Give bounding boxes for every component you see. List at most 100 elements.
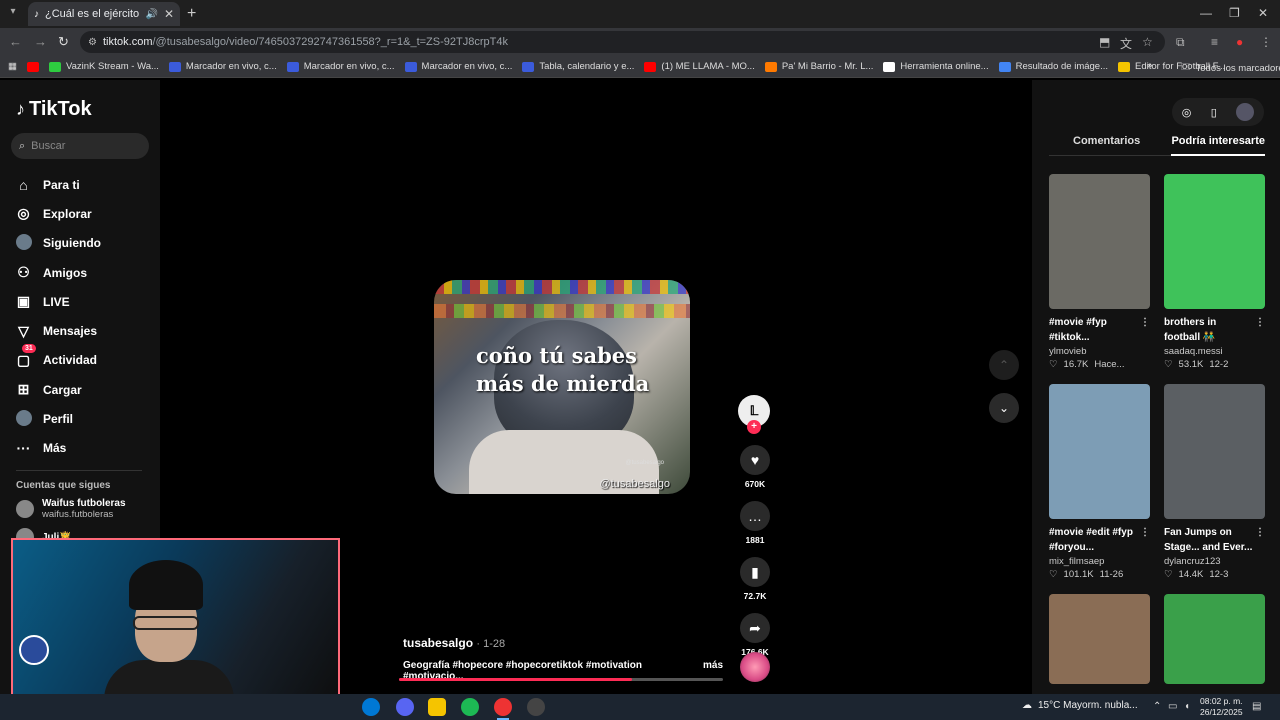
share-action[interactable]: ➦ 176.6K — [738, 613, 772, 657]
phone-icon[interactable]: ▯ — [1211, 106, 1217, 119]
share-icon[interactable]: ➦ — [740, 613, 770, 643]
tray-chevron-icon[interactable]: ⌃ — [1153, 701, 1161, 712]
bookmark-item[interactable]: Resultado de imáge... — [994, 61, 1113, 72]
sidebar-item-perfil[interactable]: Perfil — [16, 404, 101, 433]
sidebar-item-explorar[interactable]: ◎ Explorar — [16, 199, 101, 228]
tab-comments[interactable]: Comentarios — [1049, 135, 1140, 147]
bookmark-item[interactable]: Marcador en vivo, c... — [164, 61, 282, 72]
search-input[interactable]: ⌕ Buscar — [11, 133, 149, 159]
sidebar-item-cargar[interactable]: ⊞ Cargar — [16, 375, 101, 404]
extensions-icon[interactable]: ⧉ — [1176, 35, 1185, 50]
obs-icon[interactable] — [527, 698, 545, 716]
like-action[interactable]: ♥ 670K — [738, 445, 772, 489]
spotify-icon[interactable] — [461, 698, 479, 716]
save-action[interactable]: ▮ 72.7K — [738, 557, 772, 601]
close-tab-icon[interactable]: ✕ — [164, 7, 174, 21]
reload-icon[interactable]: ↻ — [58, 34, 69, 50]
video-thumbnail[interactable] — [1164, 384, 1265, 519]
follow-plus-icon[interactable]: + — [747, 420, 761, 434]
folder-icon[interactable] — [428, 698, 446, 716]
sidebar-item-siguiendo[interactable]: Siguiendo — [16, 229, 101, 258]
discord-icon[interactable] — [396, 698, 414, 716]
new-tab-button[interactable]: + — [187, 5, 196, 23]
restore-icon[interactable]: ❐ — [1229, 6, 1240, 20]
compass-icon[interactable]: ◎ — [1182, 106, 1192, 119]
more-options-icon[interactable]: ⋮ — [1255, 315, 1265, 330]
notifications-icon[interactable]: ▤ — [1252, 701, 1261, 712]
video-thumbnail[interactable] — [1049, 594, 1150, 684]
video-thumbnail[interactable] — [1049, 174, 1150, 309]
creator-handle[interactable]: ylmovieb — [1049, 346, 1150, 357]
author-name[interactable]: tusabesalgo — [403, 636, 473, 650]
suggested-video-card[interactable]: #movie #edit #fyp #foryou... ⋮ mix_filmsae… — [1049, 384, 1150, 580]
sidebar-item-más[interactable]: ··· Más — [16, 434, 101, 463]
sidebar-item-amigos[interactable]: ⚇ Amigos — [16, 258, 101, 287]
creator-handle[interactable]: dylancruz123 — [1164, 556, 1265, 567]
close-window-icon[interactable]: ✕ — [1258, 6, 1268, 20]
avatar[interactable] — [1236, 103, 1255, 121]
sidebar-item-mensajes[interactable]: ▽ Mensajes — [16, 316, 101, 345]
back-icon[interactable]: ← — [9, 34, 22, 49]
all-bookmarks[interactable]: 🗀 Todos los marcadores — [1176, 60, 1280, 76]
star-icon[interactable]: ☆ — [1142, 35, 1153, 49]
bookmark-item[interactable]: Pa' Mi Barrio - Mr. L... — [760, 61, 879, 72]
chrome-icon[interactable] — [494, 698, 512, 720]
sidebar-item-actividad[interactable]: ▢ 31 Actividad — [16, 343, 101, 375]
suggested-video-card[interactable]: #movie #fyp #tiktok... ⋮ ylmovieb ♡ 16.7K Hac… — [1049, 174, 1150, 370]
creator-handle[interactable]: mix_filmsaep — [1049, 556, 1150, 567]
bookmark-item[interactable]: (1) ME LLAMA - MO... — [639, 61, 759, 72]
tab-search-icon[interactable]: ▾ — [5, 6, 21, 22]
sidebar-item-para-ti[interactable]: ⌂ Para ti — [16, 170, 101, 199]
tiktok-logo[interactable]: ♪ TikTok — [16, 98, 92, 121]
suggested-video-card[interactable] — [1164, 594, 1265, 684]
suggested-video-card[interactable] — [1049, 594, 1150, 684]
bookmark-item[interactable] — [22, 61, 44, 72]
video-thumbnail[interactable] — [1164, 174, 1265, 309]
video-thumbnail[interactable] — [1164, 594, 1265, 684]
more-options-icon[interactable]: ⋮ — [1255, 525, 1265, 540]
bookmark-item[interactable]: VazinK Stream - Wa... — [44, 61, 164, 72]
edge-icon[interactable] — [362, 698, 380, 716]
previous-video-button[interactable]: ⌃ — [989, 350, 1019, 380]
volume-icon[interactable]: ◖ — [1184, 701, 1190, 712]
video-progress-bar[interactable] — [399, 678, 723, 681]
video-thumbnail[interactable] — [1049, 384, 1150, 519]
site-info-icon[interactable]: ⚙ — [88, 37, 97, 48]
comment-action[interactable]: … 1881 — [738, 501, 772, 545]
network-icon[interactable]: ▭ — [1168, 701, 1177, 712]
bookmark-item[interactable]: Marcador en vivo, c... — [282, 61, 400, 72]
bookmark-icon[interactable]: ▮ — [740, 557, 770, 587]
translate-icon[interactable]: 文 — [1120, 35, 1132, 52]
more-bookmarks-icon[interactable]: » — [1147, 60, 1152, 71]
clock[interactable]: 08:02 p. m. 26/12/2025 — [1200, 696, 1243, 718]
sidebar-item-live[interactable]: ▣ LIVE — [16, 287, 101, 316]
music-disc-icon[interactable] — [740, 652, 770, 682]
forward-icon[interactable]: → — [34, 34, 47, 49]
bookmark-favicon-icon — [1118, 61, 1131, 72]
more-options-icon[interactable]: ⋮ — [1140, 525, 1150, 540]
apps-icon[interactable]: ▦ — [0, 61, 22, 72]
tab-suggested[interactable]: Podría interesarte — [1171, 135, 1265, 156]
following-account[interactable]: Waifus futboleras waifus.futboleras — [16, 498, 126, 520]
video-player[interactable]: coño tú sabes más de mierda @tusabesalgo… — [434, 280, 690, 494]
suggested-video-card[interactable]: Fan Jumps on Stage... and Ever... ⋮ dylanc… — [1164, 384, 1265, 580]
more-options-icon[interactable]: ⋮ — [1140, 315, 1150, 330]
profile-icon[interactable]: ● — [1236, 35, 1243, 49]
weather-widget[interactable]: ☁ 15°C Mayorm. nubla... — [1022, 700, 1138, 711]
url-bar[interactable]: ⚙ tiktok.com/@tusabesalgo/video/74650372… — [80, 31, 1165, 53]
heart-icon[interactable]: ♥ — [740, 445, 770, 475]
next-video-button[interactable]: ⌄ — [989, 393, 1019, 423]
speaker-icon[interactable]: 🔊 — [145, 9, 157, 20]
bookmark-item[interactable]: Herramienta online... — [878, 61, 993, 72]
creator-handle[interactable]: saadaq.messi — [1164, 346, 1265, 357]
bookmark-item[interactable]: Tabla, calendario y e... — [517, 61, 639, 72]
browser-tab[interactable]: ♪ ¿Cuál es el ejército más pe 🔊 ✕ — [28, 2, 180, 26]
comment-icon[interactable]: … — [740, 501, 770, 531]
minimize-icon[interactable]: — — [1200, 6, 1212, 20]
suggested-video-card[interactable]: brothers in football 👬 ⋮ saadaq.messi ♡ 53.1… — [1164, 174, 1265, 370]
bookmark-item[interactable]: Marcador en vivo, c... — [400, 61, 518, 72]
install-icon[interactable]: ⬒ — [1099, 35, 1110, 49]
menu-icon[interactable]: ⋮ — [1260, 35, 1272, 49]
media-icon[interactable]: ≡ — [1211, 35, 1218, 49]
author-avatar[interactable]: 𝕃 + — [738, 395, 770, 434]
